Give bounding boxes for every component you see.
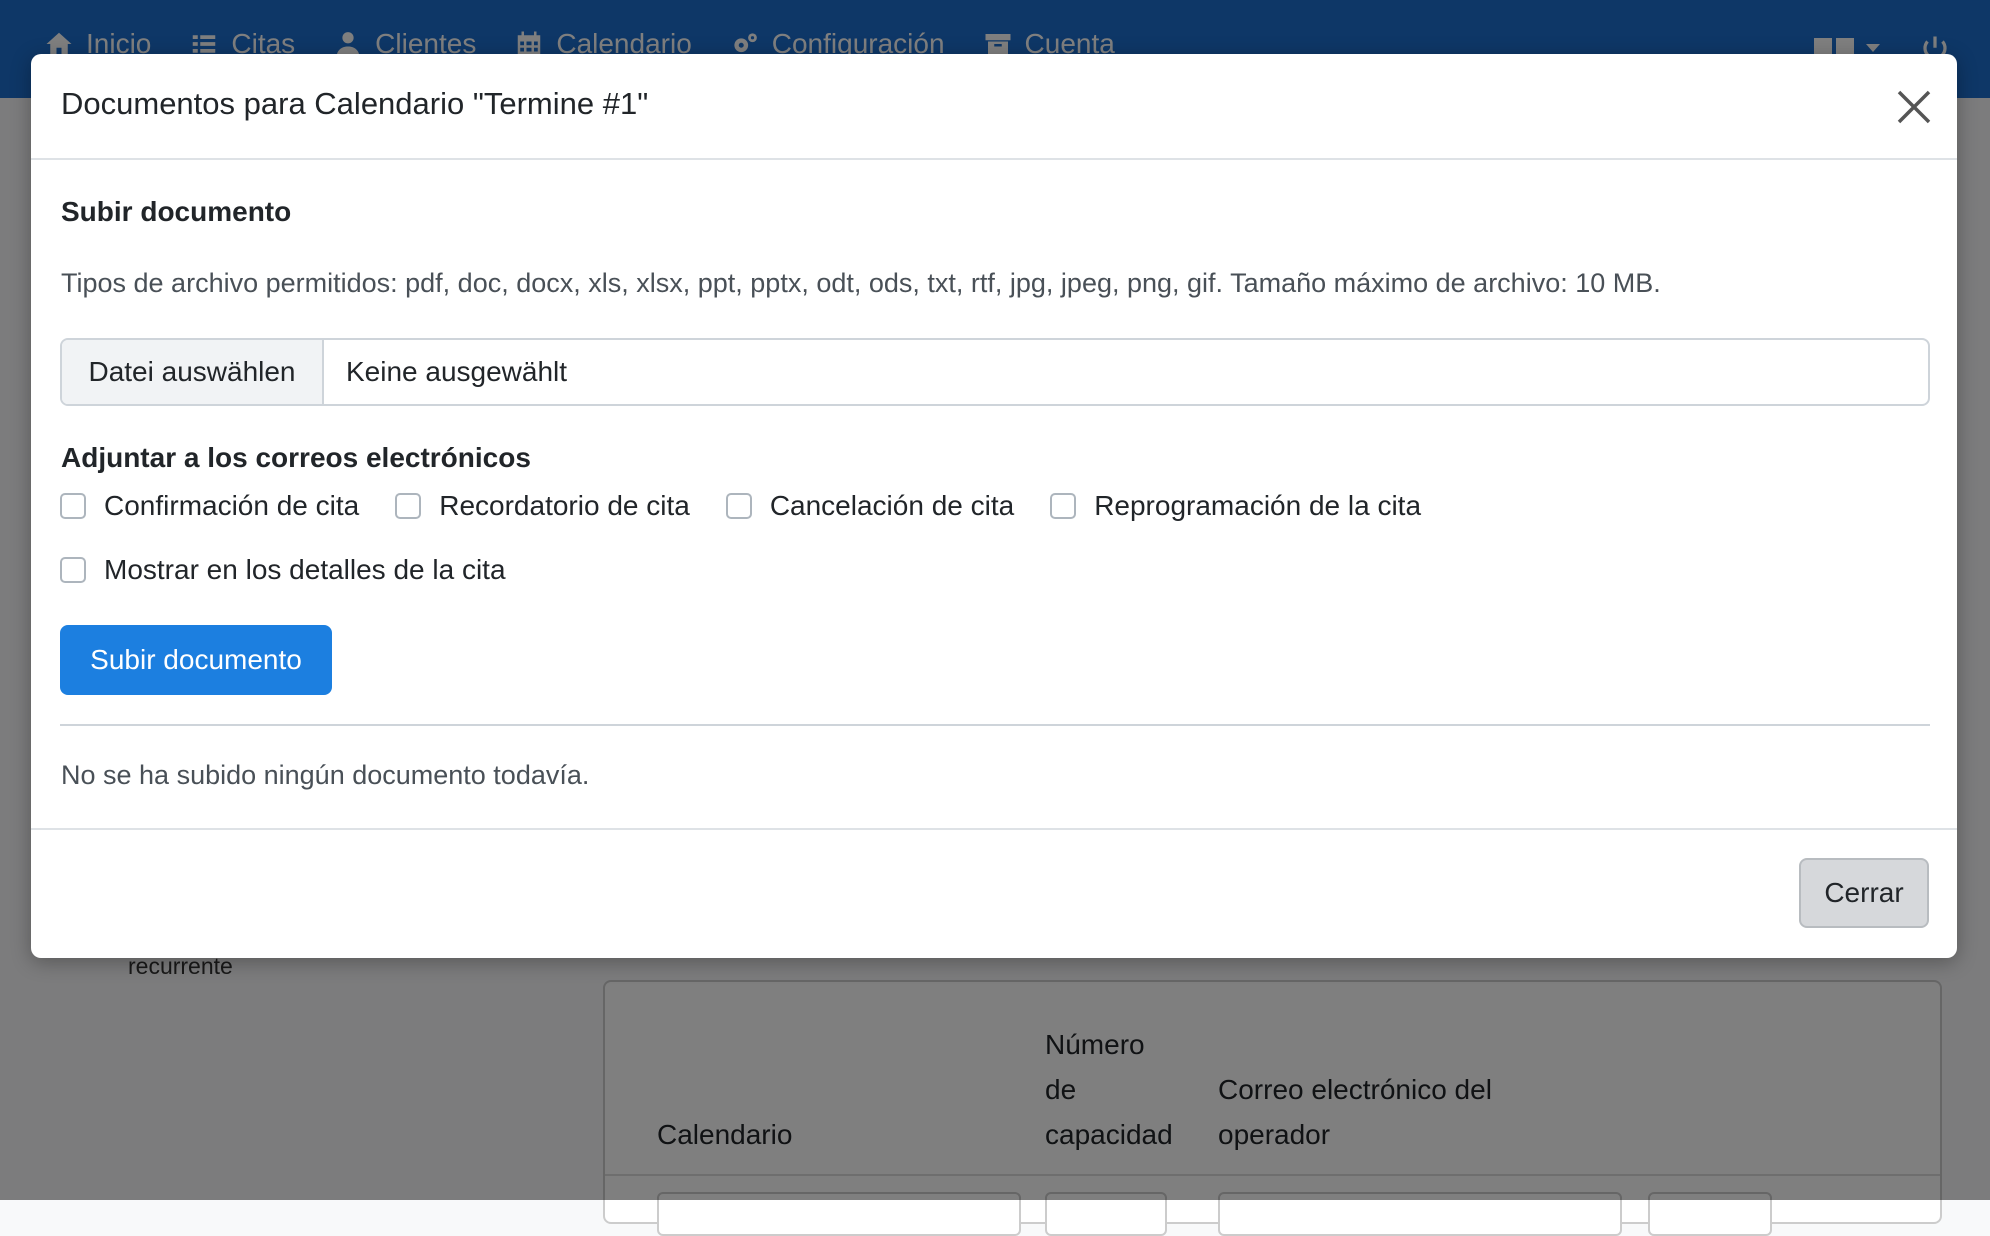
close-modal-button[interactable]: Cerrar [1799,858,1929,928]
upload-section-heading: Subir documento [61,196,292,227]
modal-header: Documentos para Calendario "Termine #1" [31,54,1957,160]
no-documents-message: No se ha subido ningún documento todavía… [61,760,590,790]
checkbox[interactable] [395,493,422,519]
close-icon [1897,90,1931,124]
file-input[interactable]: Datei auswählen Keine ausgewählt [60,338,1930,406]
documents-modal: Documentos para Calendario "Termine #1" … [31,54,1957,958]
checkbox-appointment-reminder[interactable]: Recordatorio de cita [395,490,690,522]
checkbox-appointment-reschedule[interactable]: Reprogramación de la cita [1050,490,1421,522]
checkbox-show-in-details[interactable]: Mostrar en los detalles de la cita [60,554,506,586]
allowed-file-types-text: Tipos de archivo permitidos: pdf, doc, d… [61,268,1661,298]
upload-document-button[interactable]: Subir documento [60,625,332,695]
checkbox-label: Confirmación de cita [104,490,360,521]
checkbox[interactable] [725,493,752,519]
divider [60,724,1930,726]
checkbox-label: Cancelación de cita [769,490,1015,521]
checkbox-appointment-cancellation[interactable]: Cancelación de cita [725,490,1015,522]
checkbox-label: Recordatorio de cita [439,490,690,521]
attach-emails-heading: Adjuntar a los correos electrónicos [61,442,531,473]
modal-footer: Cerrar [31,828,1957,958]
checkbox[interactable] [1050,493,1077,519]
modal-title: Documentos para Calendario "Termine #1" [61,86,649,121]
checkbox-label: Reprogramación de la cita [1094,490,1422,521]
checkbox[interactable] [60,493,86,519]
checkbox[interactable] [60,557,86,583]
checkbox-label: Mostrar en los detalles de la cita [104,554,506,585]
close-button[interactable] [1893,86,1935,128]
choose-file-button[interactable]: Datei auswählen [62,340,324,404]
checkbox-appointment-confirmation[interactable]: Confirmación de cita [60,490,359,522]
file-name-display: Keine ausgewählt [346,356,568,387]
details-option-row: Mostrar en los detalles de la cita [60,554,542,586]
email-attachment-options: Confirmación de cita Recordatorio de cit… [60,490,1457,522]
